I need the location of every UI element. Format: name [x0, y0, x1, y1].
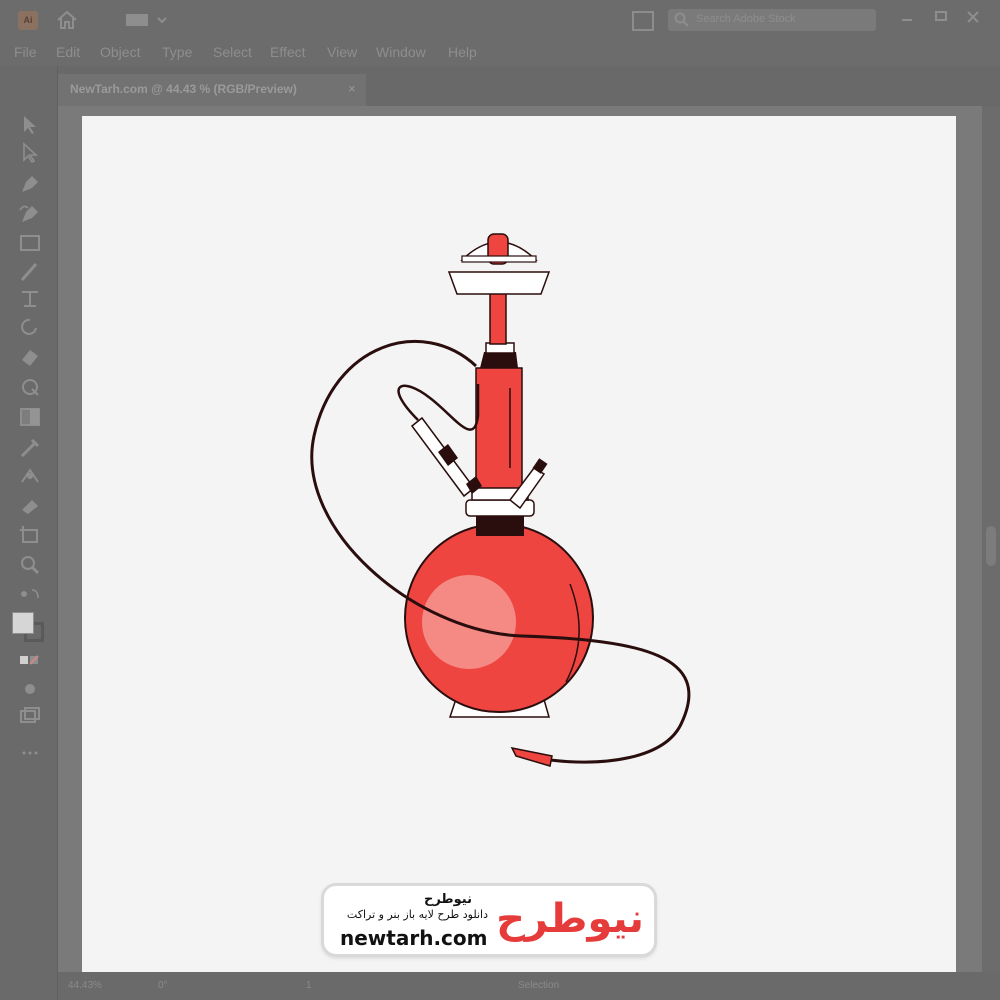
close-tab-icon[interactable]: ×: [348, 81, 356, 96]
watermark-logo: نیوطرح: [496, 896, 644, 942]
eyedropper-tool-icon[interactable]: [18, 436, 42, 458]
minimize-icon[interactable]: [898, 8, 916, 26]
gradient-tool-icon[interactable]: [18, 406, 42, 428]
app-top-bar: Ai Search Adobe Stock: [0, 0, 1000, 40]
artboard[interactable]: [82, 116, 956, 972]
short-hose: [397, 384, 480, 431]
fill-stroke-swatch[interactable]: [12, 612, 46, 642]
menu-view[interactable]: View: [327, 44, 357, 60]
workspace-switcher-icon[interactable]: [126, 12, 168, 28]
search-icon: [674, 12, 689, 27]
newtarh-watermark: نیوطرح دانلود طرح لایه باز بنر و تراکت n…: [324, 886, 654, 954]
stem-collar: [480, 352, 518, 368]
menu-type[interactable]: Type: [162, 44, 192, 60]
symbol-sprayer-tool-icon[interactable]: [18, 494, 42, 516]
document-tab[interactable]: NewTarh.com @ 44.43 % (RGB/Preview) ×: [58, 74, 366, 106]
watermark-brand: نیوطرح: [423, 892, 472, 907]
restore-icon[interactable]: [932, 8, 950, 26]
eraser-tool-icon[interactable]: [18, 346, 42, 368]
rotation-value[interactable]: 0°: [158, 980, 168, 991]
pen-tool-icon[interactable]: [18, 172, 42, 194]
direct-selection-tool-icon[interactable]: [18, 142, 42, 164]
screen-mode-icon[interactable]: [18, 706, 42, 728]
zoom-tool-icon[interactable]: [18, 554, 42, 576]
home-icon[interactable]: [56, 10, 78, 30]
artboard-tool-icon[interactable]: [18, 524, 42, 546]
hookah-illustration[interactable]: [82, 116, 956, 972]
color-mode-icon[interactable]: [18, 650, 42, 672]
menu-select[interactable]: Select: [213, 44, 252, 60]
search-placeholder: Search Adobe Stock: [696, 13, 796, 25]
scrollbar-thumb[interactable]: [986, 526, 996, 566]
arrange-documents-icon[interactable]: [632, 11, 654, 31]
selection-tool-icon[interactable]: [18, 114, 42, 136]
menu-object[interactable]: Object: [100, 44, 140, 60]
close-window-icon[interactable]: [964, 8, 982, 26]
vertical-scrollbar[interactable]: [982, 106, 1000, 972]
stock-search-input[interactable]: Search Adobe Stock: [668, 9, 876, 31]
mouthpiece: [510, 746, 553, 767]
more-tools-icon[interactable]: [18, 742, 42, 764]
hookah-stem: [475, 367, 523, 489]
curvature-tool-icon[interactable]: [18, 202, 42, 224]
zoom-level[interactable]: 44.43%: [68, 980, 102, 991]
upper-pipe: [489, 291, 507, 345]
menu-bar: File Edit Object Type Select Effect View…: [0, 40, 1000, 66]
shape-builder-tool-icon[interactable]: [18, 376, 42, 398]
watermark-url: newtarh.com: [340, 926, 488, 950]
swap-colors-icon[interactable]: [18, 586, 42, 608]
document-tab-title: NewTarh.com @ 44.43 % (RGB/Preview): [70, 82, 297, 96]
vase-neck: [476, 516, 524, 536]
current-tool-name: Selection: [518, 980, 560, 991]
width-tool-icon[interactable]: [18, 288, 42, 310]
lid-band: [461, 255, 537, 263]
blend-tool-icon[interactable]: [18, 464, 42, 486]
artboard-navigator[interactable]: 1: [306, 980, 312, 991]
menu-file[interactable]: File: [14, 44, 37, 60]
watermark-tagline: دانلود طرح لایه باز بنر و تراکت: [346, 908, 488, 921]
rectangle-tool-icon[interactable]: [18, 232, 42, 254]
rotate-tool-icon[interactable]: [18, 316, 42, 338]
ash-tray: [447, 271, 551, 295]
status-bar: 44.43% 0° 1 Selection: [58, 972, 1000, 1000]
menu-edit[interactable]: Edit: [56, 44, 80, 60]
menu-effect[interactable]: Effect: [270, 44, 306, 60]
menu-help[interactable]: Help: [448, 44, 477, 60]
illustrator-app-icon: Ai: [18, 11, 38, 30]
draw-mode-icon[interactable]: [18, 678, 42, 700]
tools-panel: [0, 66, 58, 1000]
menu-window[interactable]: Window: [376, 44, 426, 60]
paintbrush-tool-icon[interactable]: [18, 260, 42, 282]
document-tab-bar: NewTarh.com @ 44.43 % (RGB/Preview) ×: [58, 66, 1000, 106]
vase-highlight: [422, 575, 516, 669]
canvas-area[interactable]: [58, 106, 982, 972]
